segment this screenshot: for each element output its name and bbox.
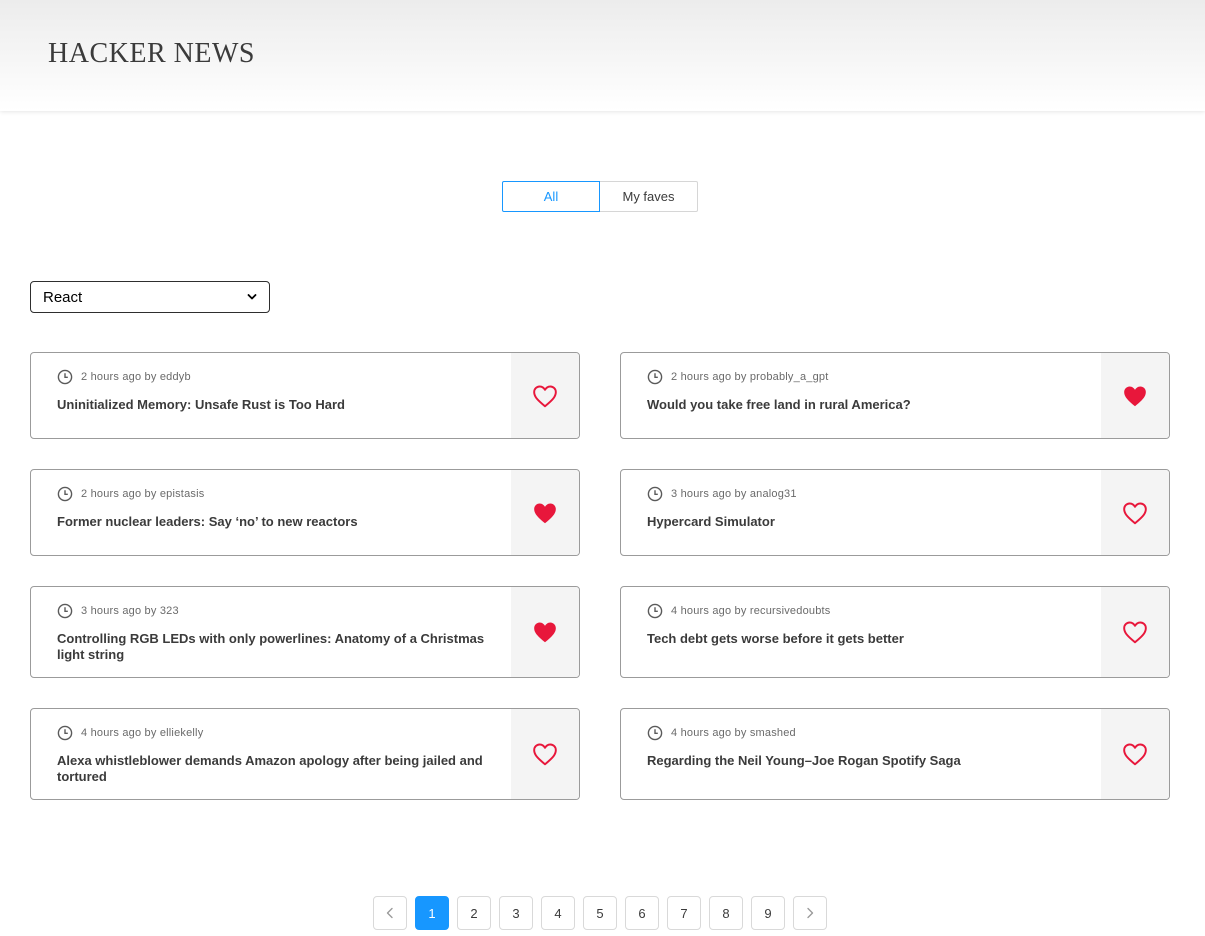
next-page-button[interactable] — [793, 896, 827, 930]
post-meta: 4 hours ago by elliekelly — [81, 727, 204, 739]
post-title[interactable]: Controlling RGB LEDs with only powerline… — [57, 631, 499, 663]
post-meta: 3 hours ago by analog31 — [671, 488, 797, 500]
fave-button[interactable] — [511, 587, 579, 677]
post-title[interactable]: Former nuclear leaders: Say ‘no’ to new … — [57, 514, 499, 530]
fave-button[interactable] — [1101, 587, 1169, 677]
chevron-left-icon — [386, 907, 393, 919]
page-button-4[interactable]: 4 — [541, 896, 575, 930]
post-title[interactable]: Uninitialized Memory: Unsafe Rust is Too… — [57, 397, 499, 413]
tab-all[interactable]: All — [502, 181, 600, 212]
header: HACKER NEWS — [0, 0, 1205, 111]
page-button-3[interactable]: 3 — [499, 896, 533, 930]
clock-icon — [647, 603, 663, 619]
heart-filled-icon — [534, 622, 556, 643]
post-meta: 4 hours ago by recursivedoubts — [671, 605, 831, 617]
post-meta: 2 hours ago by eddyb — [81, 371, 191, 383]
fave-button[interactable] — [511, 709, 579, 799]
fave-button[interactable] — [511, 470, 579, 555]
heart-outline-icon — [533, 743, 557, 766]
site-title: HACKER NEWS — [48, 38, 255, 69]
heart-outline-icon — [1123, 743, 1147, 766]
fave-button[interactable] — [511, 353, 579, 438]
page-button-6[interactable]: 6 — [625, 896, 659, 930]
heart-outline-icon — [1123, 501, 1147, 524]
clock-icon — [647, 486, 663, 502]
page-button-2[interactable]: 2 — [457, 896, 491, 930]
clock-icon — [57, 486, 73, 502]
post-title[interactable]: Tech debt gets worse before it gets bett… — [647, 631, 1089, 647]
post-card[interactable]: 4 hours ago by smashed Regarding the Nei… — [620, 708, 1170, 800]
post-card[interactable]: 4 hours ago by elliekelly Alexa whistleb… — [30, 708, 580, 800]
post-title[interactable]: Would you take free land in rural Americ… — [647, 397, 1089, 413]
chevron-right-icon — [807, 907, 814, 919]
page-button-5[interactable]: 5 — [583, 896, 617, 930]
clock-icon — [647, 369, 663, 385]
page-button-1[interactable]: 1 — [415, 896, 449, 930]
prev-page-button[interactable] — [373, 896, 407, 930]
tab-my-faves[interactable]: My faves — [600, 181, 698, 212]
heart-outline-icon — [1123, 621, 1147, 644]
post-meta: 2 hours ago by probably_a_gpt — [671, 371, 829, 383]
page-button-8[interactable]: 8 — [709, 896, 743, 930]
filter-toggle: All My faves — [502, 181, 698, 212]
page-button-7[interactable]: 7 — [667, 896, 701, 930]
post-card[interactable]: 4 hours ago by recursivedoubts Tech debt… — [620, 586, 1170, 678]
post-card[interactable]: 3 hours ago by 323 Controlling RGB LEDs … — [30, 586, 580, 678]
post-title[interactable]: Hypercard Simulator — [647, 514, 1089, 530]
post-meta: 2 hours ago by epistasis — [81, 488, 205, 500]
framework-select-value: React — [43, 288, 83, 306]
post-card[interactable]: 3 hours ago by analog31 Hypercard Simula… — [620, 469, 1170, 556]
heart-filled-icon — [534, 502, 556, 523]
post-title[interactable]: Alexa whistleblower demands Amazon apolo… — [57, 753, 499, 785]
fave-button[interactable] — [1101, 353, 1169, 438]
post-card[interactable]: 2 hours ago by eddyb Uninitialized Memor… — [30, 352, 580, 439]
post-meta: 4 hours ago by smashed — [671, 727, 796, 739]
clock-icon — [57, 725, 73, 741]
post-card[interactable]: 2 hours ago by probably_a_gpt Would you … — [620, 352, 1170, 439]
chevron-down-icon — [247, 294, 257, 300]
post-meta: 3 hours ago by 323 — [81, 605, 179, 617]
clock-icon — [57, 369, 73, 385]
heart-outline-icon — [533, 384, 557, 407]
heart-filled-icon — [1124, 385, 1146, 406]
fave-button[interactable] — [1101, 470, 1169, 555]
fave-button[interactable] — [1101, 709, 1169, 799]
page-button-9[interactable]: 9 — [751, 896, 785, 930]
framework-select[interactable]: React — [30, 281, 270, 313]
post-title[interactable]: Regarding the Neil Young–Joe Rogan Spoti… — [647, 753, 1089, 769]
pagination: 1 2 3 4 5 6 7 8 9 — [373, 896, 835, 930]
post-card[interactable]: 2 hours ago by epistasis Former nuclear … — [30, 469, 580, 556]
clock-icon — [647, 725, 663, 741]
clock-icon — [57, 603, 73, 619]
